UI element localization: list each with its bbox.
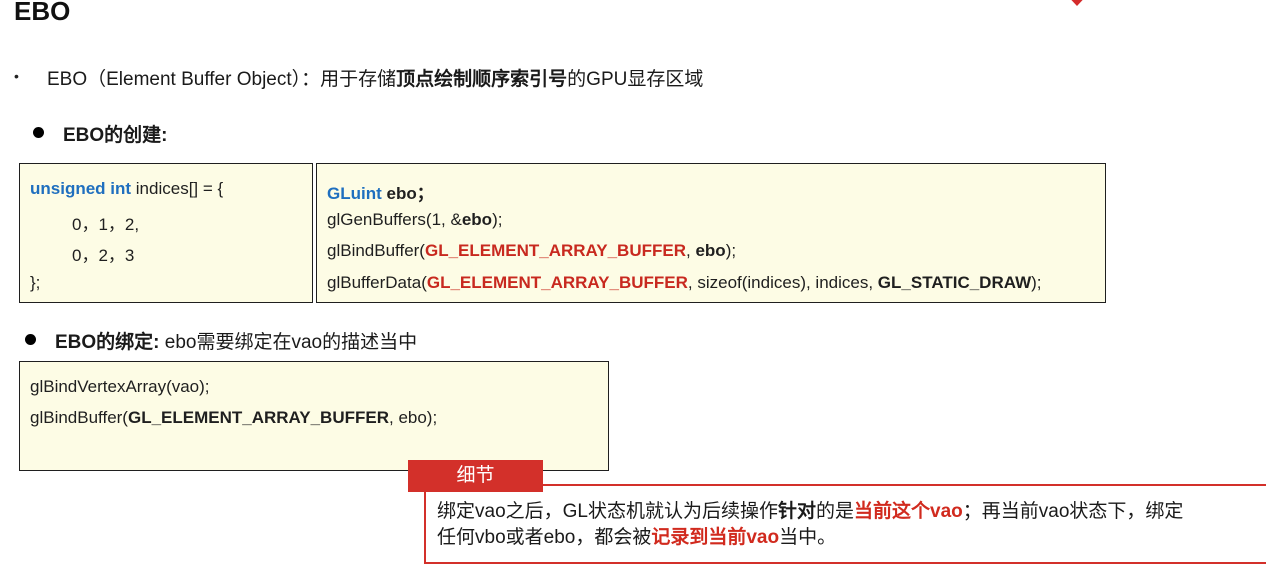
definition-prefix: EBO（Element Buffer Object）：用于存储	[47, 69, 397, 90]
code-text: glBufferData(	[327, 273, 427, 292]
note-text: ；再当前vao状态下，绑定	[962, 501, 1184, 522]
code-text: ebo	[381, 184, 417, 203]
code-text: ebo	[695, 241, 726, 260]
code-text: );	[1031, 273, 1042, 292]
code-line: 0，1，2,	[72, 215, 140, 234]
code-line: 0，2，3	[72, 246, 135, 265]
code-text: );	[725, 241, 737, 260]
note-text: 的是	[816, 501, 855, 522]
note-highlight: 记录到当前vao	[651, 527, 780, 548]
code-text: ebo	[461, 210, 493, 229]
code-constant: GL_ELEMENT_ARRAY_BUFFER	[127, 408, 389, 427]
note-text: 任何vbo或者ebo，都会被	[437, 527, 652, 548]
indices-code-box: unsigned int indices[] = { 0，1，2, 0，2，3 …	[19, 163, 313, 303]
ebo-create-code-box: GLuint ebo； glGenBuffers(1, &ebo); glBin…	[316, 163, 1106, 303]
binding-heading-bold: EBO的绑定:	[55, 332, 160, 353]
bullet-dot-icon	[25, 334, 36, 345]
page-title: EBO	[14, 0, 71, 26]
code-constant: GL_ELEMENT_ARRAY_BUFFER	[426, 273, 688, 292]
code-line: glBindBuffer(GL_ELEMENT_ARRAY_BUFFER, eb…	[327, 241, 736, 261]
code-line: glGenBuffers(1, &ebo);	[327, 210, 502, 230]
note-highlight: 当前这个vao	[854, 501, 963, 522]
code-line: GLuint ebo；	[327, 179, 434, 204]
code-line: glBindVertexArray(vao);	[30, 377, 210, 396]
detail-tag: 细节	[408, 460, 543, 492]
definition-bold: 顶点绘制顺序索引号	[396, 69, 568, 90]
code-text: ；	[416, 184, 434, 203]
creation-heading: EBO的创建:	[63, 125, 168, 146]
definition-suffix: 的GPU显存区域	[567, 69, 704, 90]
binding-heading: EBO的绑定: ebo需要绑定在vao的描述当中	[55, 327, 417, 354]
code-constant: GL_STATIC_DRAW	[877, 273, 1032, 292]
note-bold: 针对	[777, 501, 816, 522]
code-line: };	[30, 273, 41, 292]
ebo-definition: EBO（Element Buffer Object）：用于存储顶点绘制顺序索引号…	[47, 64, 703, 91]
code-constant: GL_ELEMENT_ARRAY_BUFFER	[424, 241, 686, 260]
bullet-dot-icon	[33, 127, 44, 138]
code-text: indices[] = {	[131, 179, 224, 198]
binding-heading-text: ebo需要绑定在vao的描述当中	[159, 332, 418, 353]
bullet-icon: •	[14, 68, 19, 84]
detail-note: 绑定vao之后，GL状态机就认为后续操作针对的是当前这个vao；再当前vao状态…	[424, 484, 1266, 564]
code-text: , sizeof(indices), indices,	[687, 273, 878, 292]
corner-marker	[1062, 0, 1092, 6]
note-text: 绑定vao之后，GL状态机就认为后续操作	[437, 501, 778, 522]
code-line: glBindBuffer(GL_ELEMENT_ARRAY_BUFFER, eb…	[30, 408, 437, 428]
code-text: );	[492, 210, 503, 229]
note-text: 当中。	[779, 527, 837, 548]
code-text: , ebo);	[389, 408, 438, 427]
ebo-bind-code-box: glBindVertexArray(vao); glBindBuffer(GL_…	[19, 361, 609, 471]
code-line: glBufferData(GL_ELEMENT_ARRAY_BUFFER, si…	[327, 273, 1042, 293]
code-text: glBindBuffer(	[327, 241, 425, 260]
code-keyword: unsigned int	[30, 179, 132, 198]
code-keyword: GLuint	[327, 184, 382, 203]
code-text: glBindBuffer(	[30, 408, 128, 427]
code-text: glGenBuffers(1, &	[327, 210, 462, 229]
code-line: unsigned int indices[] = {	[30, 179, 223, 199]
